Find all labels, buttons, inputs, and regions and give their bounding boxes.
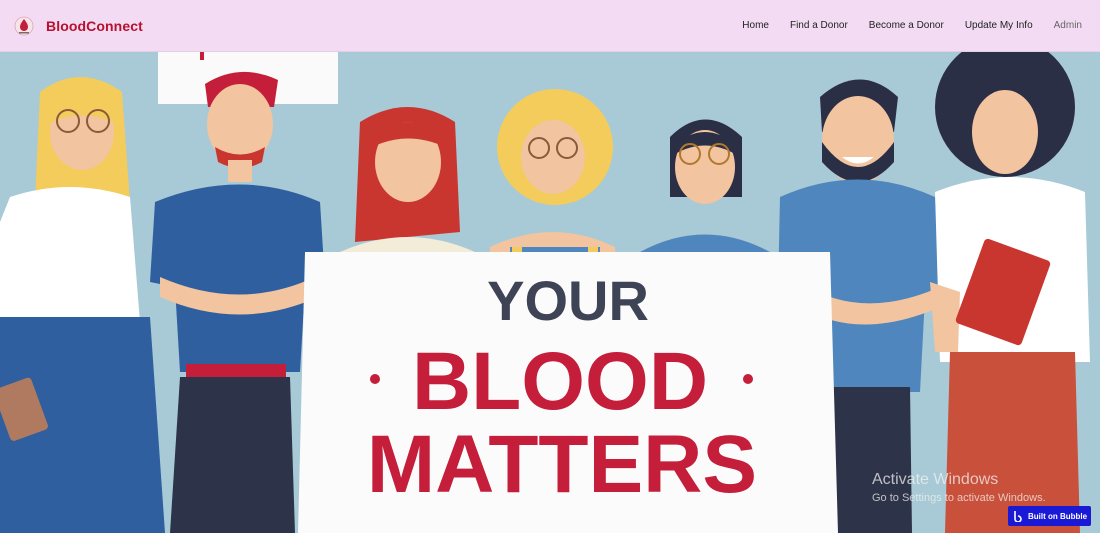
brand[interactable]: BloodConnect xyxy=(14,13,143,39)
main-nav: Home Find a Donor Become a Donor Update … xyxy=(742,0,1082,51)
badge-label: Built on Bubble xyxy=(1028,511,1088,521)
nav-home[interactable]: Home xyxy=(742,20,769,31)
bubble-b-icon xyxy=(1014,511,1022,522)
nav-update-my-info[interactable]: Update My Info xyxy=(965,20,1033,31)
hero-banner: YOUR BLOOD MATTERS Activate Windows Go t… xyxy=(0,52,1100,533)
top-navbar: BloodConnect Home Find a Donor Become a … xyxy=(0,0,1100,52)
watermark-line1: Activate Windows xyxy=(872,471,999,488)
nav-become-a-donor[interactable]: Become a Donor xyxy=(869,20,944,31)
activate-windows-watermark: Activate Windows Go to Settings to activ… xyxy=(872,471,1046,507)
poster-line2-text: BLOOD xyxy=(412,336,708,427)
built-on-bubble-badge[interactable]: Built on Bubble xyxy=(1008,506,1091,526)
brand-name: BloodConnect xyxy=(46,18,143,34)
poster-line1-text: YOUR xyxy=(487,269,649,332)
nav-find-a-donor[interactable]: Find a Donor xyxy=(790,20,848,31)
nav-admin[interactable]: Admin xyxy=(1054,20,1082,31)
blood-drop-logo-icon xyxy=(14,16,34,36)
poster-line3-text: MATTERS xyxy=(367,419,757,510)
hero-illustration: YOUR BLOOD MATTERS xyxy=(0,52,1100,533)
watermark-line2: Go to Settings to activate Windows. xyxy=(872,492,1046,504)
person-7-illustration xyxy=(930,52,1090,533)
